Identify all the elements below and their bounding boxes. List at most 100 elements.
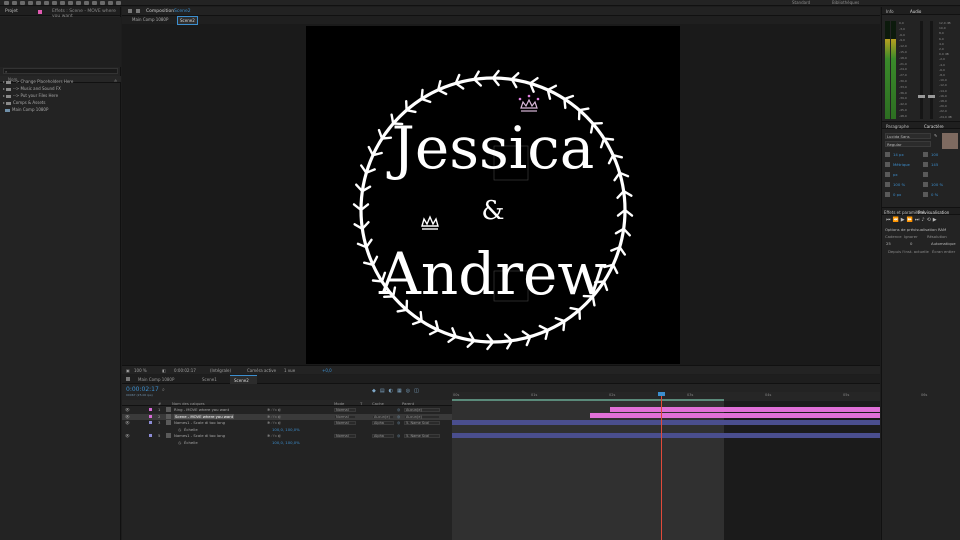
- column-parent[interactable]: Parent: [402, 401, 414, 406]
- current-timecode[interactable]: 0:00:02:17: [174, 368, 196, 373]
- pan-behind-tool-icon[interactable]: [52, 1, 57, 5]
- visibility-icon[interactable]: 👁: [125, 407, 130, 412]
- expand-icon[interactable]: [3, 95, 5, 97]
- draft-3d-icon[interactable]: ▤: [380, 388, 389, 394]
- level-slider-handle[interactable]: [928, 95, 935, 98]
- hand-tool-icon[interactable]: [20, 1, 25, 5]
- layer-name[interactable]: Names1 - Scale di too long: [174, 433, 225, 438]
- layer-label-color[interactable]: [149, 421, 152, 424]
- track-matte-select[interactable]: Alpha: [372, 434, 394, 438]
- lock-icon[interactable]: [128, 9, 132, 13]
- layer-duration-bar[interactable]: [590, 413, 880, 418]
- resolution-select[interactable]: (Intégrale): [210, 368, 231, 373]
- timeline-track-area[interactable]: 00s 01s 02s 03s 04s 05s 06s: [452, 392, 927, 540]
- flowchart-icon[interactable]: ⋔: [114, 78, 117, 83]
- project-search-input[interactable]: ⌕: [3, 68, 118, 74]
- blend-mode-select[interactable]: Normal: [334, 434, 356, 438]
- tab-paragraph[interactable]: Paragraphe: [886, 124, 909, 129]
- ram-preview-icon[interactable]: ▶: [933, 217, 939, 223]
- column-mode[interactable]: Mode: [334, 401, 344, 406]
- tab-composition[interactable]: Composition: [146, 9, 174, 14]
- exposure-value[interactable]: +0,0: [322, 368, 332, 373]
- font-style-select[interactable]: Regular: [885, 141, 931, 147]
- parent-select[interactable]: 5. Name Scal: [404, 434, 440, 438]
- puppet-tool-icon[interactable]: [116, 1, 121, 5]
- zoom-select[interactable]: 100 %: [134, 368, 147, 373]
- composition-canvas[interactable]: Jessica & Andrew: [306, 26, 680, 364]
- blend-mode-select[interactable]: Normal: [334, 408, 356, 412]
- layer-property-row[interactable]: ◷ Échelle 100,0, 100,0%: [122, 440, 452, 446]
- project-item-folder[interactable]: --> Change Placeholders Here: [3, 79, 73, 85]
- tab-scene2[interactable]: Scene2: [230, 375, 257, 384]
- layer-name[interactable]: Names1 - Scale di too long: [174, 420, 225, 425]
- workspace-standard[interactable]: Standard: [792, 0, 810, 5]
- stopwatch-icon[interactable]: ◷: [178, 427, 181, 432]
- expand-icon[interactable]: [3, 88, 5, 90]
- clone-tool-icon[interactable]: [92, 1, 97, 5]
- layer-property-row[interactable]: ◷ Échelle 100,0, 100,0%: [122, 427, 452, 433]
- project-item-folder[interactable]: --> Put your Files Here: [3, 93, 58, 99]
- blend-mode-select[interactable]: Normal: [334, 421, 356, 425]
- comp-marker-icon[interactable]: ◆: [372, 388, 380, 394]
- type-tool-icon[interactable]: [76, 1, 81, 5]
- layer-duration-bar[interactable]: [452, 420, 880, 425]
- playhead-handle[interactable]: [658, 392, 665, 396]
- layer-duration-bar[interactable]: [610, 407, 880, 412]
- layer-name[interactable]: Scene - MOVE where you want: [174, 413, 235, 419]
- pickwhip-icon[interactable]: ◎: [397, 407, 400, 412]
- project-item-folder[interactable]: --> Music and Sound FX: [3, 86, 61, 92]
- character-property-value[interactable]: 0 px: [893, 192, 901, 197]
- tab-composition-name[interactable]: Scene2: [174, 9, 191, 14]
- level-slider-track[interactable]: [930, 21, 933, 119]
- blend-mode-select[interactable]: Normal: [334, 414, 356, 419]
- character-property-value[interactable]: 100 %: [893, 182, 905, 187]
- views-select[interactable]: 1 vue: [284, 368, 295, 373]
- column-matte[interactable]: Cache: [372, 401, 384, 406]
- layer-label-color[interactable]: [149, 408, 152, 411]
- rotate-tool-icon[interactable]: [36, 1, 41, 5]
- motion-blur-icon[interactable]: ◎: [406, 388, 414, 394]
- visibility-icon[interactable]: 👁: [125, 420, 130, 425]
- character-property-value[interactable]: 100: [931, 152, 938, 157]
- column-layer-name[interactable]: Nom des calques: [172, 401, 205, 406]
- parent-select[interactable]: 5. Name Scal: [404, 421, 440, 425]
- time-ruler[interactable]: 00s 01s 02s 03s 04s 05s 06s: [452, 392, 927, 401]
- character-property-value[interactable]: 14 px: [893, 152, 904, 157]
- search-icon[interactable]: ⌕: [162, 387, 165, 393]
- home-icon[interactable]: [4, 1, 9, 5]
- font-family-select[interactable]: Lucida Sans: [885, 133, 931, 139]
- close-icon[interactable]: [126, 377, 130, 381]
- workspace-libraries[interactable]: Bibliothèques: [832, 0, 859, 5]
- layer-label-color[interactable]: [149, 414, 152, 418]
- character-property-value[interactable]: Métrique: [893, 162, 910, 167]
- track-matte-select[interactable]: Alpha: [372, 421, 394, 425]
- zoom-tool-icon[interactable]: [28, 1, 33, 5]
- pickwhip-icon[interactable]: ◎: [397, 433, 400, 438]
- visibility-icon[interactable]: 👁: [125, 414, 130, 419]
- track-matte-select[interactable]: Aucun(e): [372, 414, 394, 419]
- tab-character[interactable]: Caractère: [924, 124, 944, 129]
- timeline-timecode[interactable]: 0:00:02:17: [126, 386, 159, 393]
- shape-tool-icon[interactable]: [60, 1, 65, 5]
- shy-icon[interactable]: ◐: [389, 388, 397, 394]
- property-value[interactable]: 100,0, 100,0%: [272, 427, 300, 432]
- layer-row[interactable]: 👁 5 Names1 - Scale di too long ✱ ⁄ fx ◐ Norm…: [122, 433, 452, 439]
- parent-select[interactable]: Aucun(e): [404, 414, 440, 419]
- layer-switches[interactable]: ✱ ⁄ fx ◐: [267, 414, 281, 419]
- pickwhip-icon[interactable]: ◎: [397, 420, 400, 425]
- level-slider-track[interactable]: [920, 21, 923, 119]
- layer-switches[interactable]: ✱ ⁄ fx ◐: [267, 433, 281, 438]
- tab-info[interactable]: Info: [886, 9, 894, 14]
- full-screen-checkbox[interactable]: Écran entier: [932, 249, 955, 254]
- parent-select[interactable]: Aucun(e): [404, 408, 440, 412]
- frame-blend-icon[interactable]: ▦: [397, 388, 406, 394]
- pen-tool-icon[interactable]: [68, 1, 73, 5]
- layer-name[interactable]: Ring - MOVE where you want: [174, 407, 229, 412]
- character-property-value[interactable]: 100 %: [931, 182, 943, 187]
- expand-icon[interactable]: [3, 102, 5, 104]
- brush-tool-icon[interactable]: [84, 1, 89, 5]
- tab-project[interactable]: Projet: [5, 9, 18, 14]
- layer-label-color[interactable]: [149, 434, 152, 437]
- project-item-comp[interactable]: Main Comp 1080P: [5, 107, 48, 113]
- prev-frame-icon[interactable]: ⏪: [893, 217, 901, 223]
